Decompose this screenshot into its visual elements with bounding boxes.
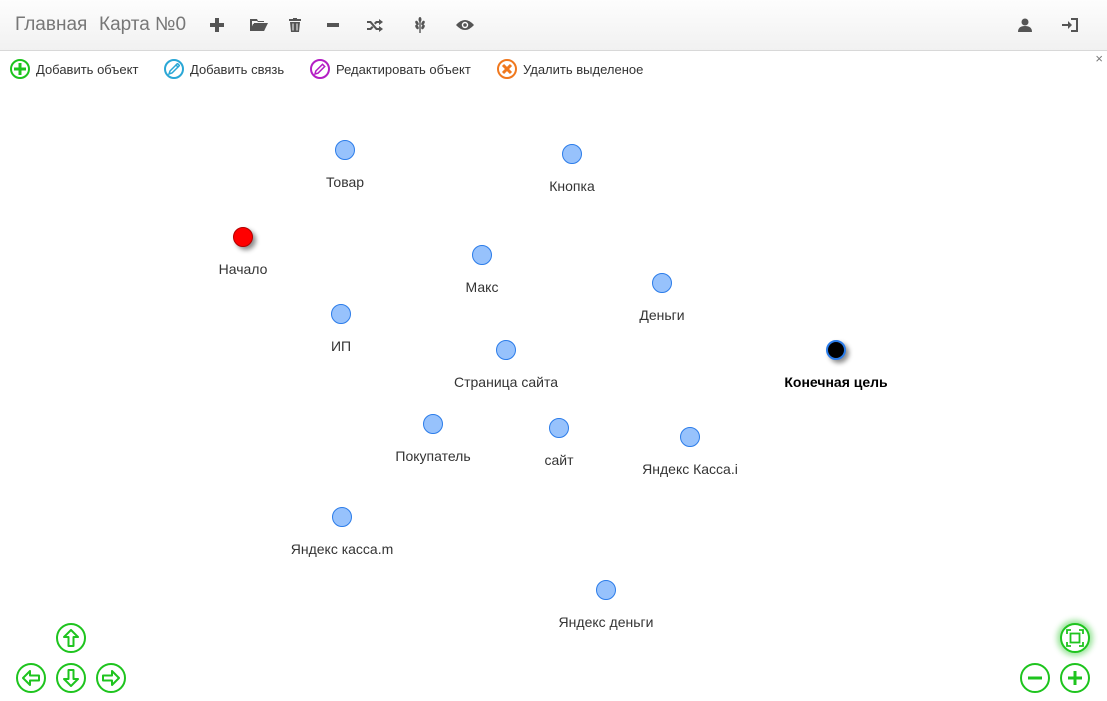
node-label: Товар bbox=[325, 174, 365, 190]
plus-icon[interactable] bbox=[207, 14, 227, 36]
remove-circle-icon bbox=[497, 59, 517, 79]
pan-up-icon[interactable] bbox=[56, 623, 86, 653]
node-label: Кнопка bbox=[549, 178, 595, 194]
node-dot bbox=[496, 340, 516, 360]
add-link-button[interactable]: Добавить связь bbox=[164, 57, 284, 81]
node-dot bbox=[549, 418, 569, 438]
action-toolbar: Добавить объект Добавить связь Редактиро… bbox=[0, 57, 1107, 83]
pan-left-icon[interactable] bbox=[16, 663, 46, 693]
edit-object-button[interactable]: Редактировать объект bbox=[310, 57, 471, 81]
add-object-button[interactable]: Добавить объект bbox=[10, 57, 138, 81]
node-label: Конечная цель bbox=[784, 374, 888, 390]
node-dot bbox=[652, 273, 672, 293]
close-toolbar-icon[interactable]: × bbox=[1095, 51, 1103, 66]
node-dot bbox=[332, 507, 352, 527]
node-label: Начало bbox=[218, 261, 268, 277]
node-label: Яндекс касса.m bbox=[290, 541, 394, 557]
top-navbar: Главная Карта №0 bbox=[0, 0, 1107, 51]
node-label: ИП bbox=[330, 338, 352, 354]
zoom-out-icon[interactable] bbox=[1020, 663, 1050, 693]
node-dot bbox=[335, 140, 355, 160]
node-label: Страница сайта bbox=[454, 374, 558, 390]
delete-selected-label: Удалить выделеное bbox=[523, 61, 644, 77]
node-dot bbox=[233, 227, 253, 247]
node-label: Макс bbox=[465, 279, 499, 295]
pencil-icon bbox=[310, 59, 330, 79]
user-icon[interactable] bbox=[1015, 14, 1035, 36]
grain-icon[interactable] bbox=[410, 14, 430, 36]
pan-right-icon[interactable] bbox=[96, 663, 126, 693]
node-label: Яндекс Касса.i bbox=[642, 461, 738, 477]
shuffle-icon[interactable] bbox=[365, 14, 385, 36]
log-in-icon[interactable] bbox=[1060, 14, 1080, 36]
add-circle-icon bbox=[10, 59, 30, 79]
edit-object-label: Редактировать объект bbox=[336, 61, 471, 77]
node-label: Яндекс деньги bbox=[558, 614, 654, 630]
node-dot bbox=[423, 414, 443, 434]
link-pen-icon bbox=[164, 59, 184, 79]
node-dot bbox=[472, 245, 492, 265]
node-label: Деньги bbox=[639, 307, 685, 323]
eye-icon[interactable] bbox=[455, 14, 475, 36]
node-label: Покупатель bbox=[395, 448, 471, 464]
graph-canvas[interactable]: Товар Кнопка Начало Макс Деньги ИП Стран… bbox=[0, 84, 1107, 701]
node-dot bbox=[680, 427, 700, 447]
home-link[interactable]: Главная bbox=[15, 14, 87, 36]
minus-icon[interactable] bbox=[323, 14, 343, 36]
delete-selected-button[interactable]: Удалить выделеное bbox=[497, 57, 643, 81]
add-link-label: Добавить связь bbox=[190, 61, 285, 77]
node-dot bbox=[331, 304, 351, 324]
node-dot bbox=[596, 580, 616, 600]
node-label: сайт bbox=[544, 452, 574, 468]
zoom-in-icon[interactable] bbox=[1060, 663, 1090, 693]
node-dot bbox=[562, 144, 582, 164]
map-title[interactable]: Карта №0 bbox=[99, 14, 186, 36]
pan-down-icon[interactable] bbox=[56, 663, 86, 693]
add-object-label: Добавить объект bbox=[36, 61, 139, 77]
folder-open-icon[interactable] bbox=[249, 14, 269, 36]
node-dot bbox=[826, 340, 846, 360]
trash-icon[interactable] bbox=[285, 14, 305, 36]
zoom-fit-icon[interactable] bbox=[1060, 623, 1090, 653]
